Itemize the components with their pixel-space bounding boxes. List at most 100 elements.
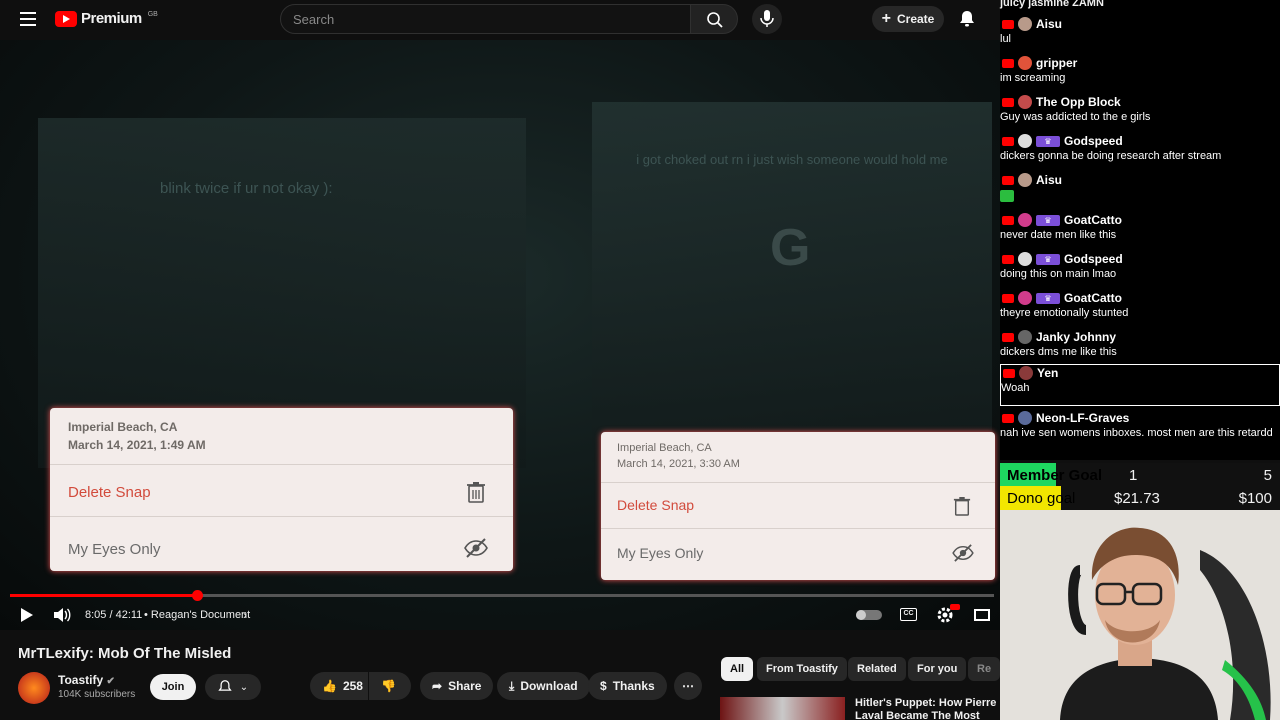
chat-username: Yen bbox=[1037, 366, 1059, 380]
chat-text: lul bbox=[1000, 33, 1012, 45]
youtube-badge-icon bbox=[1003, 368, 1015, 378]
video-overlay-text-left: blink twice if ur not okay ): bbox=[160, 180, 333, 197]
search-button[interactable] bbox=[690, 4, 738, 34]
more-actions-button[interactable]: ⋯ bbox=[674, 672, 702, 700]
chat-author-row: ♛ GoatCatto bbox=[1002, 290, 1280, 306]
snap-divider bbox=[601, 482, 995, 483]
chat-text: Woah bbox=[1001, 382, 1030, 394]
subscriber-count: 104K subscribers bbox=[58, 689, 136, 700]
snap-location: Imperial Beach, CA bbox=[617, 442, 712, 454]
chat-text bbox=[1000, 188, 1280, 206]
chapter-title[interactable]: • Reagan's Document bbox=[144, 609, 250, 621]
chat-text: theyre emotionally stunted bbox=[1000, 307, 1129, 319]
chat-message: Yen Woah bbox=[1000, 364, 1280, 406]
share-label: Share bbox=[448, 679, 482, 693]
youtube-badge-icon bbox=[1002, 413, 1014, 423]
chat-avatar bbox=[1018, 134, 1032, 148]
chat-message: Aisu lul bbox=[1000, 16, 1280, 46]
chat-avatar bbox=[1019, 366, 1033, 380]
youtube-badge-icon bbox=[1002, 332, 1014, 342]
share-button[interactable]: ➦ Share bbox=[420, 672, 494, 700]
menu-icon[interactable] bbox=[20, 12, 36, 26]
voice-search-button[interactable] bbox=[752, 4, 782, 34]
member-badge-icon: ♛ bbox=[1036, 135, 1060, 147]
logo-region: GB bbox=[147, 11, 158, 18]
dislike-button[interactable]: 👎 bbox=[369, 672, 411, 700]
chat-username: Neon-LF-Graves bbox=[1036, 411, 1130, 425]
member-goal-current: 1 bbox=[1129, 466, 1138, 484]
join-button[interactable]: Join bbox=[150, 674, 196, 700]
chat-message: Janky Johnny dickers dms me like this bbox=[1000, 329, 1280, 359]
create-button[interactable]: + Create bbox=[872, 6, 944, 32]
more-horizontal-icon: ⋯ bbox=[682, 679, 694, 693]
youtube-badge-icon bbox=[1002, 254, 1014, 264]
volume-icon[interactable] bbox=[53, 607, 71, 623]
eye-slash-icon bbox=[464, 538, 488, 558]
related-video-title[interactable]: Hitler's Puppet: How Pierre Laval Became… bbox=[855, 697, 1000, 720]
play-icon[interactable] bbox=[20, 607, 34, 623]
theater-mode-icon[interactable] bbox=[974, 609, 990, 621]
related-video-thumbnail[interactable] bbox=[720, 697, 845, 720]
chat-message: Aisu bbox=[1000, 172, 1280, 206]
snap-divider bbox=[50, 464, 513, 465]
chat-author-row: The Opp Block bbox=[1002, 94, 1280, 110]
chat-text: doing this on main lmao bbox=[1000, 268, 1117, 280]
trash-icon bbox=[467, 482, 485, 503]
youtube-logo-icon bbox=[55, 10, 77, 27]
channel-avatar[interactable] bbox=[18, 672, 50, 704]
bell-icon bbox=[218, 680, 232, 691]
video-overlay-text-right: i got choked out rn i just wish someone … bbox=[636, 152, 948, 167]
create-label: Create bbox=[896, 12, 935, 26]
dono-goal-label: Dono goal bbox=[1007, 489, 1076, 507]
progress-bar-played bbox=[10, 594, 197, 597]
autoplay-toggle[interactable] bbox=[856, 610, 882, 620]
channel-name[interactable]: Toastify ✔ bbox=[58, 673, 115, 687]
chat-text: dickers gonna be doing research after st… bbox=[1000, 150, 1222, 162]
chat-username: GoatCatto bbox=[1064, 291, 1122, 305]
chat-avatar bbox=[1018, 17, 1032, 31]
video-player[interactable]: blink twice if ur not okay ): i got chok… bbox=[0, 40, 1000, 630]
member-goal-label: Member Goal bbox=[1007, 466, 1103, 484]
chat-avatar bbox=[1018, 411, 1032, 425]
chat-message: Neon-LF-Graves nah ive sen womens inboxes… bbox=[1000, 410, 1280, 440]
logo-text: Premium bbox=[81, 10, 142, 27]
chat-author-row: Aisu bbox=[1002, 172, 1280, 188]
youtube-premium-logo[interactable]: Premium GB bbox=[55, 10, 158, 27]
chat-message: gripper im screaming bbox=[1000, 55, 1280, 85]
chat-author-row: ♛ Godspeed bbox=[1002, 133, 1280, 149]
chip-recently[interactable]: Re bbox=[968, 657, 1000, 681]
chat-username: Janky Johnny bbox=[1036, 330, 1117, 344]
captions-icon[interactable]: CC bbox=[900, 608, 917, 621]
thanks-button[interactable]: $ Thanks bbox=[588, 672, 667, 700]
chip-all[interactable]: All bbox=[721, 657, 754, 681]
chat-avatar bbox=[1018, 330, 1032, 344]
video-title: MrTLexify: Mob Of The Misled bbox=[18, 645, 232, 662]
chip-from-toastify[interactable]: From Toastify bbox=[757, 657, 847, 681]
subscribed-bell-button[interactable]: ⌄ bbox=[205, 674, 261, 700]
dono-goal-bar: Dono goal $21.73 $100 bbox=[1000, 486, 1280, 510]
chat-author-row: ♛ Godspeed bbox=[1002, 251, 1280, 267]
download-button[interactable]: ⤓ Download bbox=[497, 672, 590, 700]
snap-divider bbox=[50, 516, 513, 517]
notifications-bell-icon[interactable] bbox=[958, 10, 976, 28]
member-goal-target: 5 bbox=[1263, 466, 1272, 484]
chat-text: nah ive sen womens inboxes. most men are… bbox=[1000, 427, 1273, 439]
chat-username: gripper bbox=[1036, 56, 1078, 70]
chevron-right-icon: › bbox=[243, 608, 247, 622]
member-badge-icon: ♛ bbox=[1036, 214, 1060, 226]
share-icon: ➦ bbox=[432, 679, 443, 693]
chat-message: ♛ GoatCatto never date men like this bbox=[1000, 212, 1280, 242]
dono-goal-current: $21.73 bbox=[1114, 489, 1160, 507]
chip-for-you[interactable]: For you bbox=[908, 657, 967, 681]
chat-avatar bbox=[1018, 291, 1032, 305]
snap-divider bbox=[601, 528, 995, 529]
chat-top-cut-message: juicy jasmine ZAMN bbox=[1000, 0, 1104, 9]
streamer-figure bbox=[1000, 510, 1280, 720]
chat-message: ♛ Godspeed dickers gonna be doing research… bbox=[1000, 133, 1280, 163]
search-input[interactable]: Search bbox=[280, 4, 692, 34]
like-button[interactable]: 👍 258 bbox=[310, 672, 368, 700]
download-icon: ⤓ bbox=[509, 678, 515, 693]
chip-related[interactable]: Related bbox=[848, 657, 906, 681]
chat-text: never date men like this bbox=[1000, 229, 1117, 241]
progress-scrubber[interactable] bbox=[191, 590, 203, 601]
